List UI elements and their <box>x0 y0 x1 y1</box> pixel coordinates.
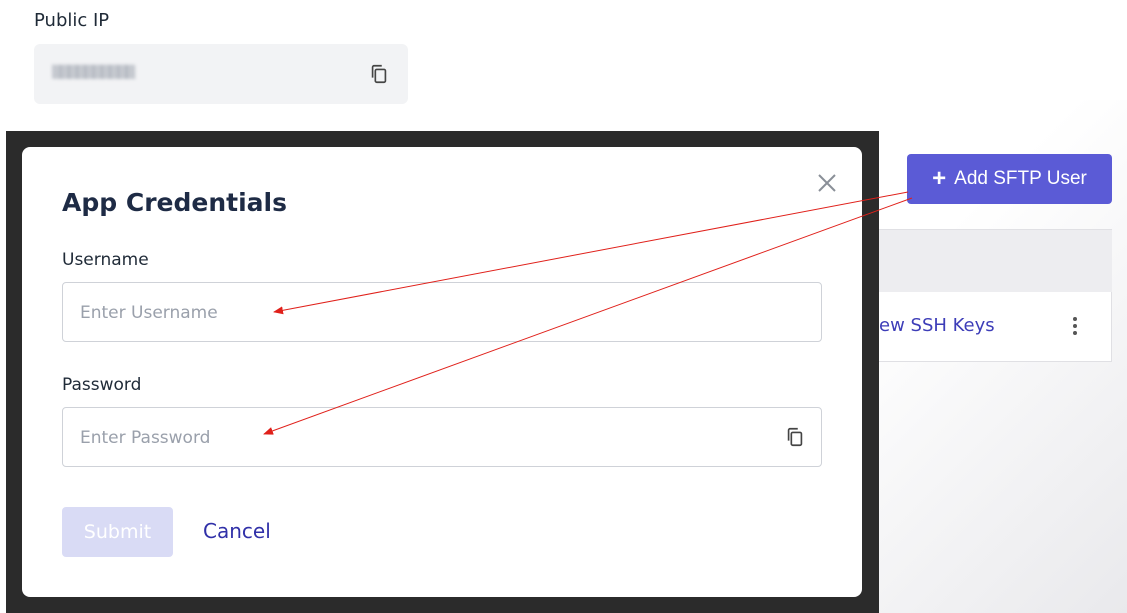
add-sftp-user-button[interactable]: + Add SFTP User <box>907 154 1112 204</box>
public-ip-field: ▒▒▒▒▒▒▒▒▒▒ <box>34 44 408 104</box>
username-field <box>62 282 822 343</box>
table-header <box>879 229 1112 293</box>
more-vertical-icon[interactable] <box>1067 317 1083 337</box>
view-ssh-keys-link[interactable]: ew SSH Keys <box>879 315 995 336</box>
public-ip-label: Public IP <box>34 10 110 31</box>
app-credentials-dialog: App Credentials Username Password Submit… <box>22 147 862 597</box>
password-input[interactable] <box>78 408 762 468</box>
close-icon[interactable] <box>815 171 839 195</box>
username-input[interactable] <box>78 283 762 343</box>
submit-button[interactable]: Submit <box>62 507 173 557</box>
username-label: Username <box>62 250 149 270</box>
add-sftp-user-label: Add SFTP User <box>954 168 1087 189</box>
dialog-title: App Credentials <box>62 188 287 217</box>
password-field <box>62 407 822 468</box>
password-label: Password <box>62 375 142 395</box>
table-row: ew SSH Keys <box>879 292 1112 362</box>
copy-icon[interactable] <box>368 63 390 85</box>
cancel-button[interactable]: Cancel <box>203 519 271 543</box>
copy-icon[interactable] <box>784 426 806 448</box>
public-ip-value: ▒▒▒▒▒▒▒▒▒▒ <box>52 65 135 79</box>
plus-icon: + <box>932 165 947 192</box>
